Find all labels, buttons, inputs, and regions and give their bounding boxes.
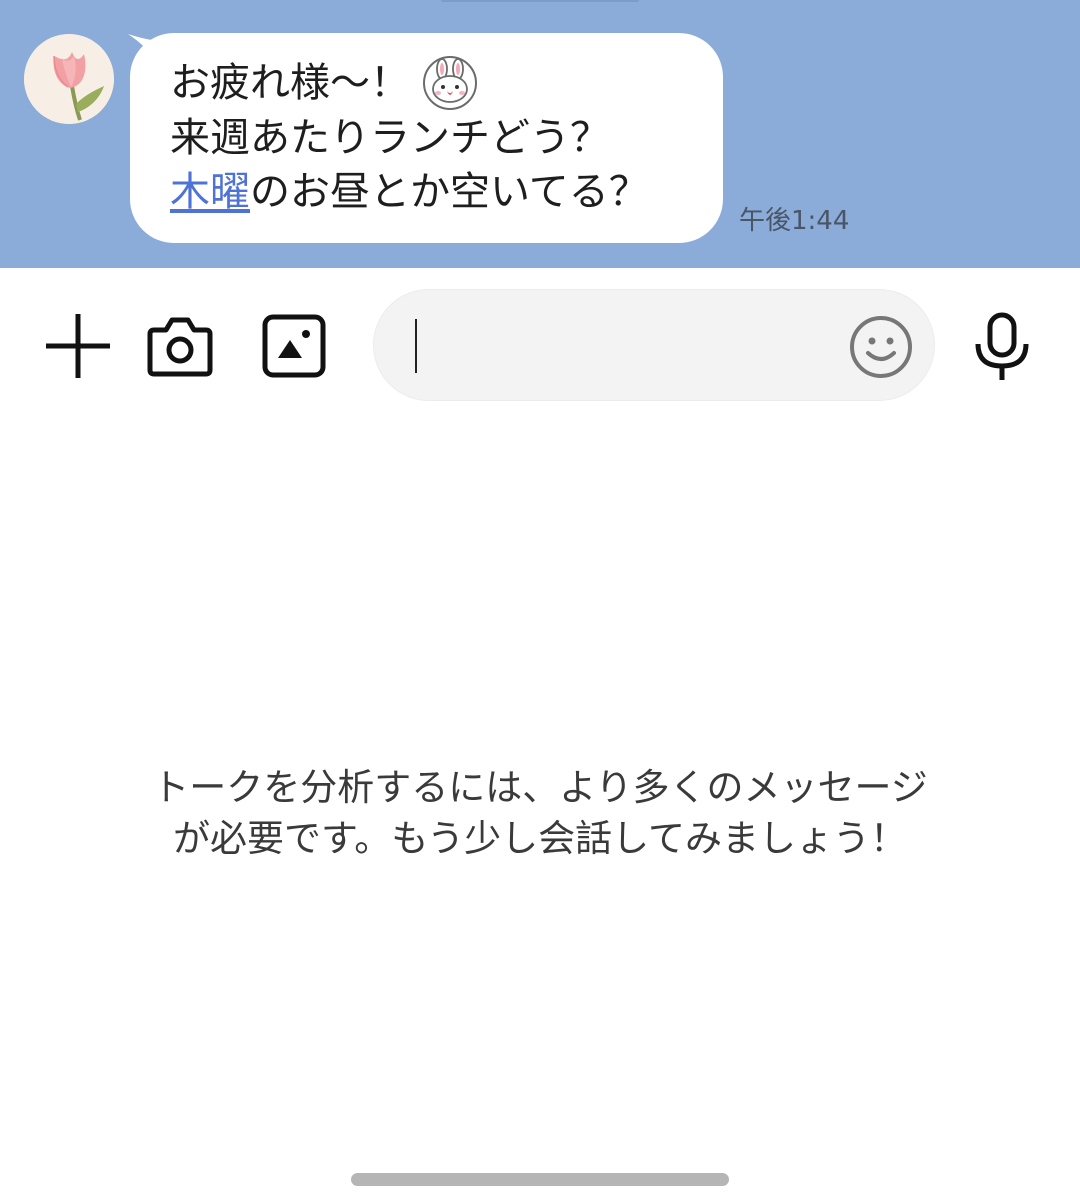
camera-icon[interactable] <box>146 312 214 378</box>
message-input[interactable] <box>410 312 834 380</box>
analysis-notice: トークを分析するには、より多くのメッセージ が必要です。もう少し会話してみましょ… <box>0 762 1080 864</box>
message-bubble[interactable]: お疲れ様〜！ 来週あたりランチどう？ 木曜 のお昼とか空いてる？ <box>130 33 723 243</box>
message-text-1: お疲れ様〜！ <box>170 60 410 106</box>
date-link[interactable]: 木曜 <box>170 165 250 219</box>
image-icon[interactable] <box>262 314 326 378</box>
message-text-3: のお昼とか空いてる？ <box>250 169 649 215</box>
home-indicator[interactable] <box>351 1173 729 1186</box>
message-text-2: 来週あたりランチどう？ <box>170 115 610 161</box>
microphone-icon[interactable] <box>972 312 1032 382</box>
chat-area: お疲れ様〜！ 来週あたりランチどう？ 木曜 のお昼とか空いてる？ 午後1:44 <box>0 0 1080 268</box>
message-input-field[interactable] <box>373 289 935 401</box>
message-line-2: 来週あたりランチどう？ <box>170 111 723 165</box>
input-bar <box>0 268 1080 424</box>
rabbit-face-icon <box>422 55 478 111</box>
avatar[interactable] <box>24 34 114 124</box>
text-cursor <box>415 319 417 373</box>
analysis-notice-line-1: トークを分析するには、より多くのメッセージ <box>152 766 928 809</box>
pull-handle <box>440 0 640 2</box>
smiley-icon[interactable] <box>849 315 913 379</box>
message-line-1: お疲れ様〜！ <box>170 55 723 111</box>
plus-icon[interactable] <box>44 312 112 380</box>
message-line-3: 木曜 のお昼とか空いてる？ <box>170 165 723 219</box>
message-timestamp: 午後1:44 <box>739 206 850 236</box>
tulip-icon <box>24 34 114 124</box>
analysis-notice-line-2: が必要です。もう少し会話してみましょう！ <box>172 817 908 860</box>
